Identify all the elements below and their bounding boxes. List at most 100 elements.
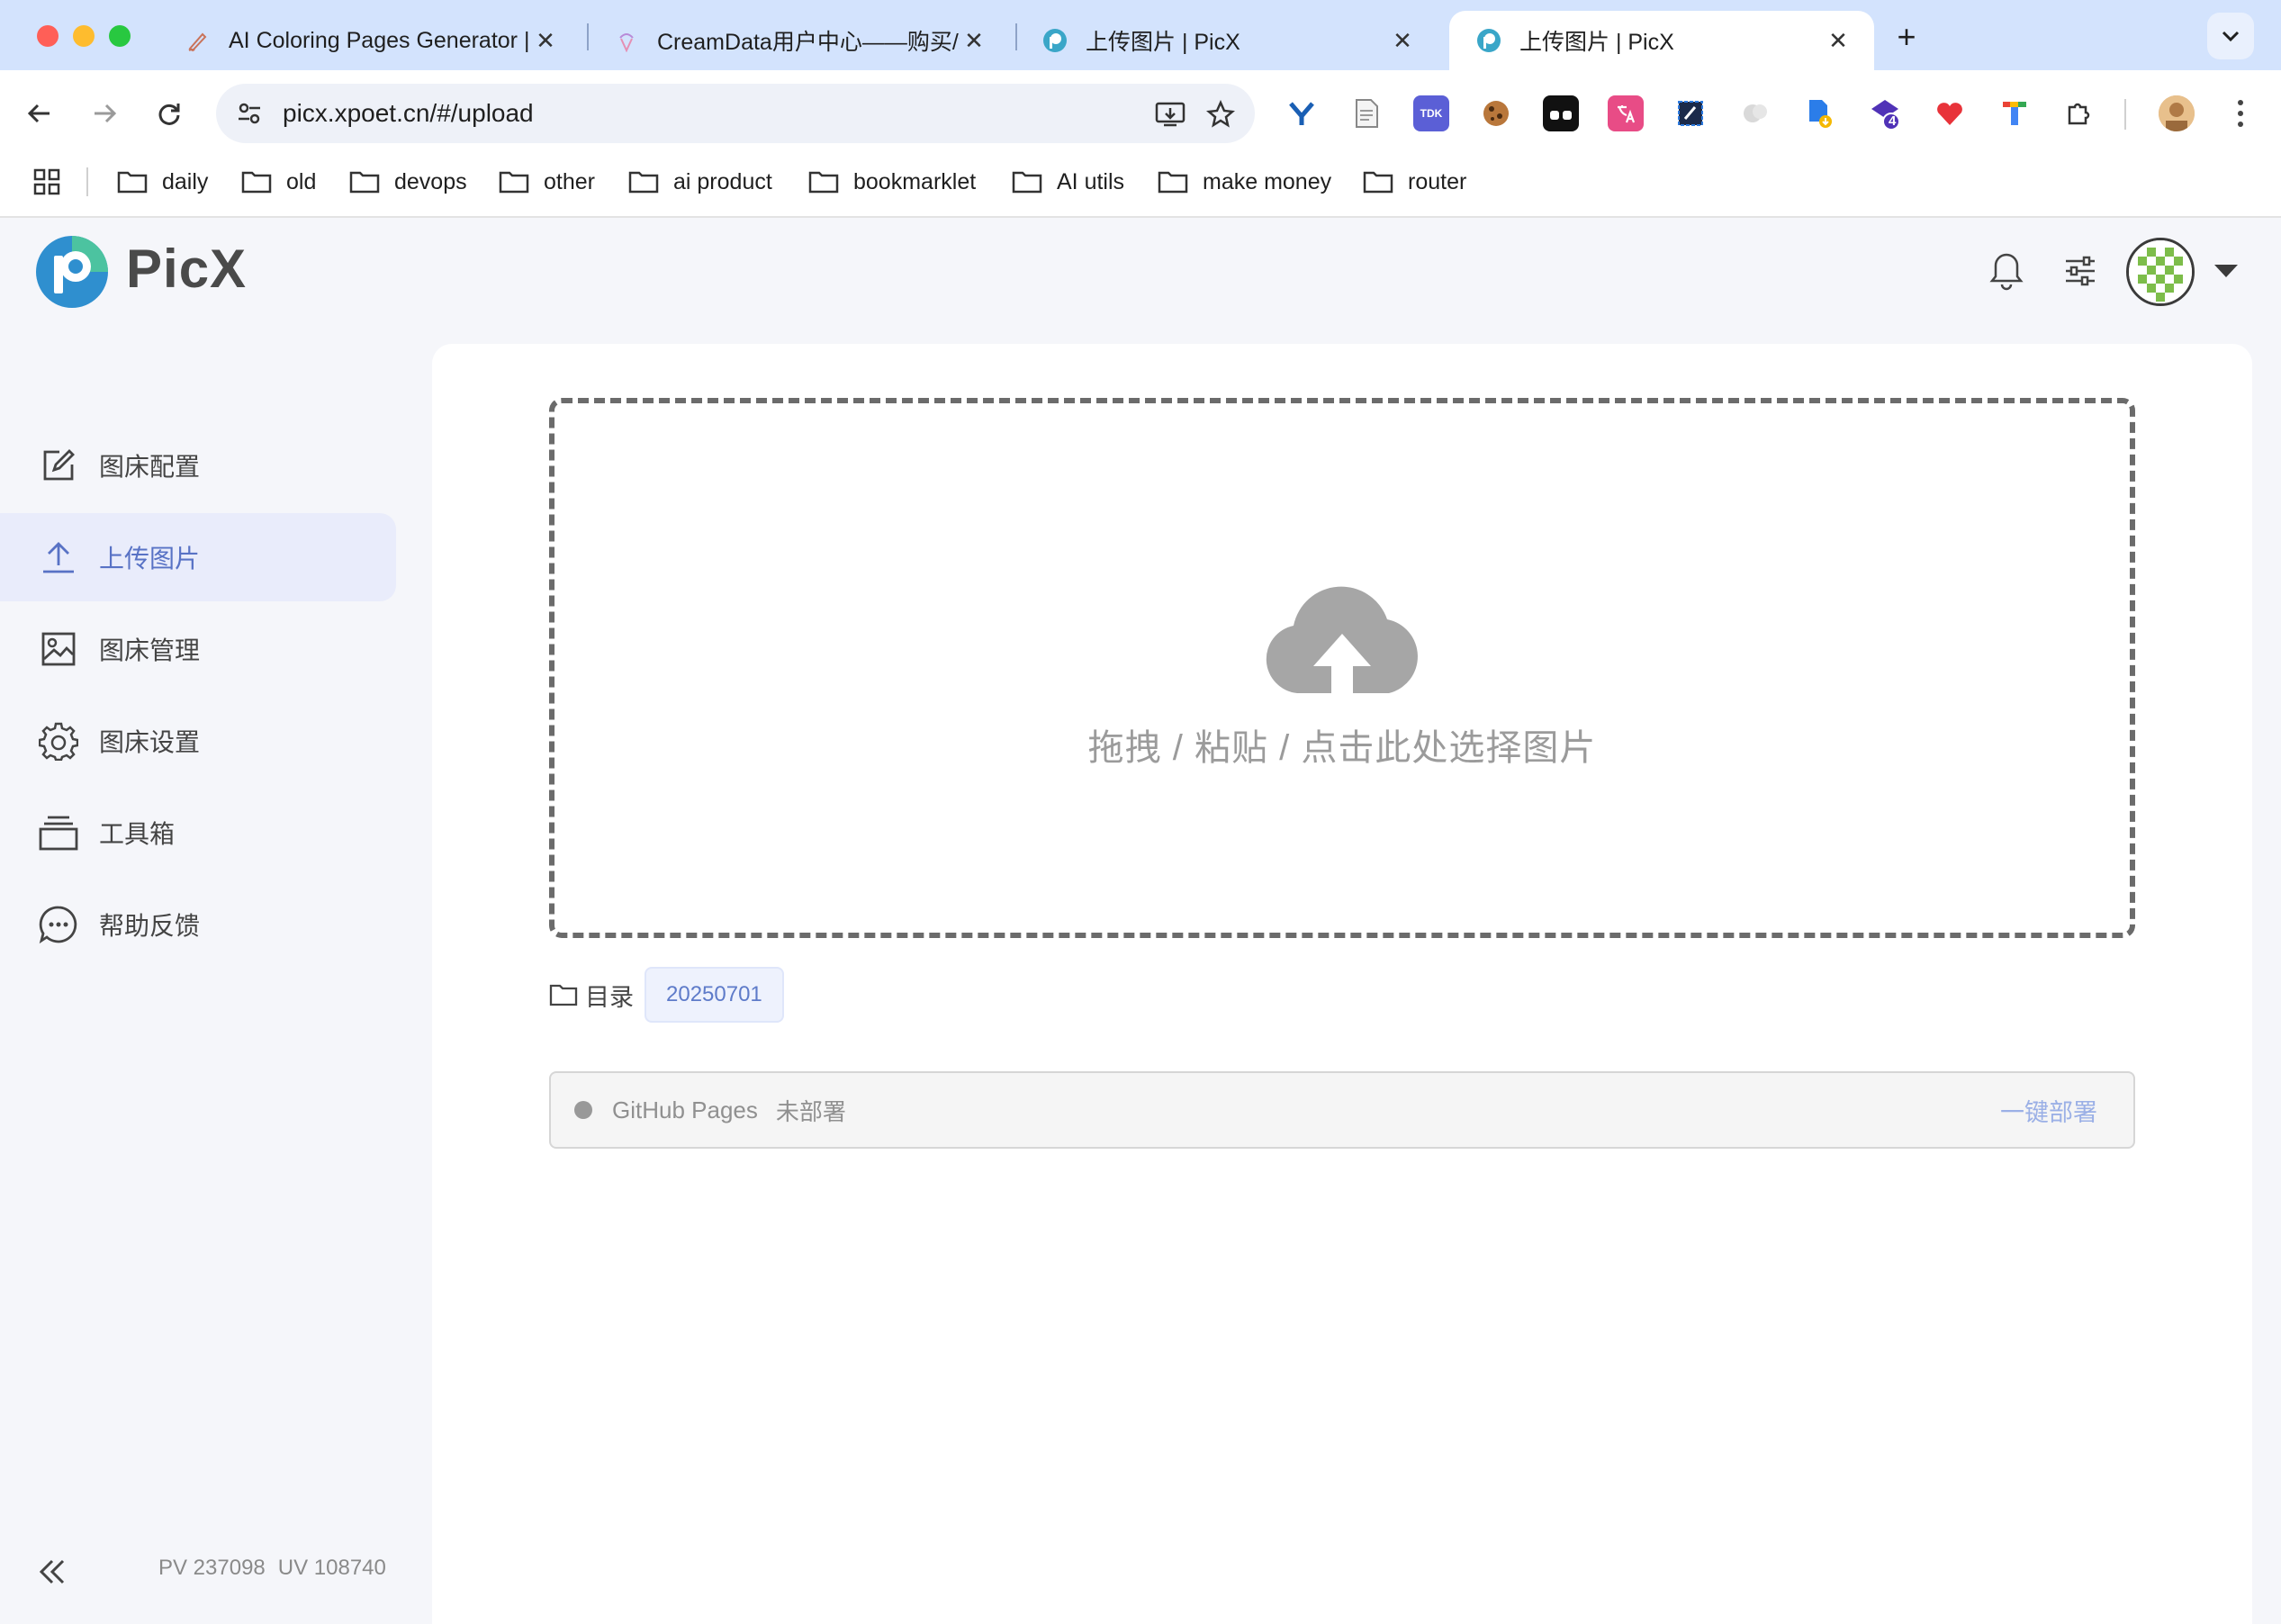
sidebar-item-upload[interactable]: 上传图片 — [0, 513, 396, 601]
deploy-status-text: 未部署 — [775, 1097, 846, 1125]
tab-title: 上传图片 | PicX — [1519, 30, 1674, 55]
pv-count: PV 237098 — [158, 1556, 266, 1580]
sidebar-item-toolbox[interactable]: 工具箱 — [0, 789, 396, 877]
bookmark-folder-bookmarklet[interactable]: bookmarklet — [808, 164, 976, 200]
reload-button[interactable] — [148, 92, 191, 135]
extensions-puzzle-icon[interactable] — [2061, 95, 2097, 131]
bookmark-folder-router[interactable]: router — [1363, 164, 1466, 200]
tab-title: AI Coloring Pages Generator | — [229, 27, 530, 53]
extension-selector-icon[interactable] — [1672, 95, 1708, 131]
bookmark-folder-make-money[interactable]: make money — [1158, 164, 1331, 200]
tab-title: 上传图片 | PicX — [1086, 30, 1240, 55]
extension-cloud-icon[interactable] — [1737, 95, 1773, 131]
extension-heart-icon[interactable] — [1932, 95, 1968, 131]
tab-close-icon[interactable]: ✕ — [960, 26, 988, 55]
bookmark-folder-other[interactable]: other — [499, 164, 595, 200]
browser-tab-creamdata[interactable]: CreamData用户中心——购买/续 ✕ — [587, 11, 1010, 70]
bookmark-label: bookmarklet — [853, 168, 977, 194]
chat-icon — [38, 904, 79, 945]
folder-icon — [628, 171, 659, 194]
tab-search-button[interactable] — [2207, 13, 2254, 59]
sidebar-item-manage[interactable]: 图床管理 — [0, 605, 396, 693]
extension-translate-icon[interactable] — [1608, 95, 1644, 131]
bookmark-folder-devops[interactable]: devops — [349, 164, 467, 200]
apps-grid-icon[interactable] — [32, 167, 61, 196]
back-button[interactable] — [18, 92, 61, 135]
settings-sliders-icon[interactable] — [2058, 248, 2103, 293]
browser-toolbar: picx.xpoet.cn/#/upload TDK 4 — [0, 70, 2281, 157]
user-menu-caret-icon[interactable] — [2214, 265, 2238, 277]
bookmark-folder-old[interactable]: old — [241, 164, 316, 200]
browser-tab-picx-active[interactable]: 上传图片 | PicX ✕ — [1449, 11, 1874, 70]
upload-icon — [38, 537, 79, 578]
sidebar-item-label: 图床管理 — [99, 636, 201, 664]
browser-profile-avatar[interactable] — [2159, 95, 2195, 131]
browser-tab-ai-coloring[interactable]: AI Coloring Pages Generator | ✕ — [158, 11, 582, 70]
extension-document-icon[interactable] — [1348, 95, 1384, 131]
bookmark-label: old — [286, 168, 317, 194]
tab-close-icon[interactable]: ✕ — [1824, 26, 1853, 55]
window-minimize-button[interactable] — [73, 25, 95, 47]
bookmark-star-icon[interactable] — [1203, 96, 1239, 132]
folder-icon — [1012, 171, 1042, 194]
sidebar-item-label: 帮助反馈 — [99, 912, 201, 940]
directory-tag[interactable]: 20250701 — [645, 967, 784, 1023]
install-app-icon[interactable] — [1152, 96, 1188, 132]
bookmark-label: other — [544, 168, 595, 194]
folder-icon — [499, 171, 529, 194]
tab-title: CreamData用户中心——购买/续 — [657, 30, 960, 55]
creamdata-icon — [614, 28, 639, 53]
new-tab-button[interactable]: + — [1886, 16, 1927, 58]
address-bar[interactable]: picx.xpoet.cn/#/upload — [216, 84, 1255, 143]
toolbox-icon — [38, 812, 79, 853]
sidebar-item-label: 图床配置 — [99, 453, 201, 481]
bookmark-folder-daily[interactable]: daily — [117, 164, 208, 200]
chevron-down-icon — [2222, 31, 2240, 42]
site-info-icon[interactable] — [232, 96, 266, 131]
sidebar-item-settings[interactable]: 图床设置 — [0, 697, 396, 785]
window-close-button[interactable] — [37, 25, 59, 47]
extension-tdk-icon[interactable]: TDK — [1413, 95, 1449, 131]
window-zoom-button[interactable] — [109, 25, 131, 47]
directory-label: 目录 — [585, 983, 634, 1011]
bookmark-folder-ai-utils[interactable]: AI utils — [1012, 164, 1124, 200]
directory-row: 目录 20250701 — [549, 967, 784, 1023]
gear-icon — [38, 720, 79, 762]
extension-glasses-icon[interactable] — [1543, 95, 1579, 131]
forward-button[interactable] — [83, 92, 126, 135]
extension-y-icon[interactable] — [1284, 95, 1320, 131]
sidebar: 图床配置 上传图片 图床管理 图床设置 工具箱 帮助反馈 PV 237098 U… — [0, 344, 432, 1624]
tab-close-icon[interactable]: ✕ — [1388, 26, 1417, 55]
user-avatar[interactable] — [2126, 238, 2195, 306]
tab-close-icon[interactable]: ✕ — [531, 26, 560, 55]
upload-panel: 拖拽 / 粘贴 / 点击此处选择图片 目录 20250701 GitHub Pa… — [432, 344, 2252, 1624]
sidebar-item-config[interactable]: 图床配置 — [0, 421, 396, 510]
deploy-target-name: GitHub Pages — [612, 1096, 758, 1123]
url-text[interactable]: picx.xpoet.cn/#/upload — [283, 99, 534, 128]
collapse-sidebar-icon[interactable] — [36, 1556, 68, 1588]
brand-name[interactable]: PicX — [126, 238, 247, 300]
extension-download-doc-icon[interactable] — [1802, 95, 1838, 131]
upload-dropzone[interactable]: 拖拽 / 粘贴 / 点击此处选择图片 — [549, 398, 2135, 938]
picx-app: PicX 图床配置 上传图片 图床管理 图床设置 工具箱 帮助反馈 PV 237… — [0, 218, 2281, 1624]
bookmark-label: AI utils — [1057, 168, 1125, 194]
picx-logo-icon[interactable] — [34, 234, 110, 310]
extension-counter-icon[interactable]: 4 — [1867, 95, 1903, 131]
extension-cookie-icon[interactable] — [1478, 95, 1514, 131]
browser-tab-picx-1[interactable]: 上传图片 | PicX ✕ — [1015, 11, 1438, 70]
one-click-deploy-button[interactable]: 一键部署 — [2000, 1093, 2097, 1128]
notification-bell-icon[interactable] — [1984, 248, 2029, 293]
forward-arrow-icon — [95, 104, 117, 123]
folder-icon — [1158, 171, 1188, 194]
bookmarks-separator — [86, 167, 88, 196]
visit-stats: PV 237098 UV 108740 — [158, 1556, 386, 1581]
uv-count: UV 108740 — [277, 1556, 386, 1580]
extension-badge: 4 — [1889, 113, 1897, 129]
bookmark-label: make money — [1203, 168, 1332, 194]
sidebar-item-feedback[interactable]: 帮助反馈 — [0, 880, 396, 969]
extension-t-icon[interactable] — [1997, 95, 2033, 131]
image-icon — [38, 628, 79, 670]
bookmark-folder-ai-product[interactable]: ai product — [628, 164, 772, 200]
browser-menu-icon[interactable] — [2227, 94, 2254, 133]
back-arrow-icon — [27, 104, 50, 123]
